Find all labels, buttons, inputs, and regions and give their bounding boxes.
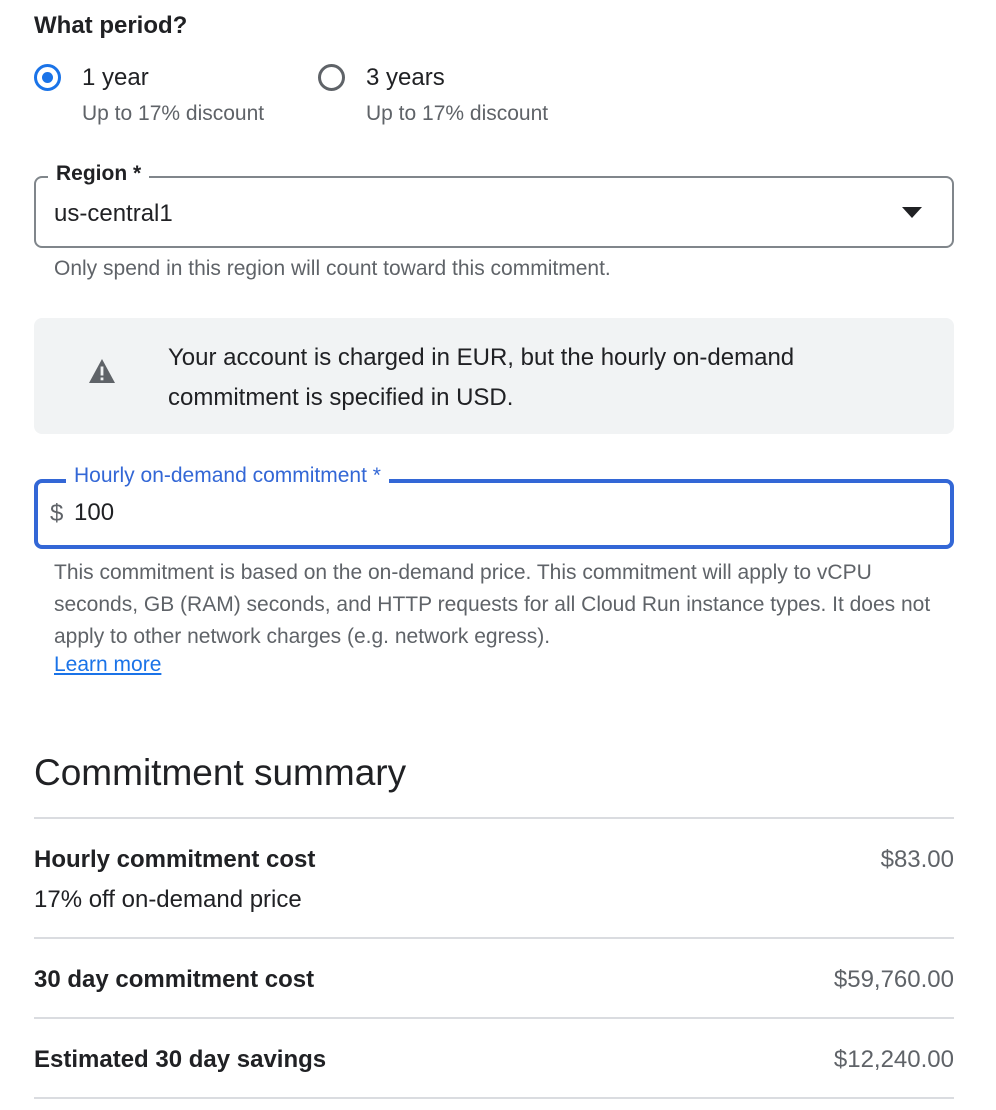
summary-row-value: $59,760.00: [833, 966, 954, 993]
summary-row-label: 30 day commitment cost: [34, 966, 315, 993]
learn-more-link[interactable]: Learn more: [54, 653, 161, 677]
summary-row-value: $83.00: [880, 846, 954, 873]
divider: [34, 817, 954, 819]
warning-icon: [89, 359, 115, 383]
currency-prefix: $: [50, 500, 64, 527]
summary-row-sublabel: 17% off on-demand price: [34, 886, 302, 913]
radio-button-unselected[interactable]: [318, 64, 345, 91]
hourly-commitment-label: Hourly on-demand commitment *: [66, 464, 389, 488]
period-option-discount: Up to 17% discount: [82, 102, 265, 125]
summary-row-value: $12,240.00: [833, 1046, 954, 1073]
period-option-discount: Up to 17% discount: [366, 102, 549, 125]
period-option-label: 1 year: [82, 64, 149, 91]
commitment-hint: This commitment is based on the on-deman…: [54, 561, 931, 648]
region-hint: Only spend in this region will count tow…: [54, 257, 611, 280]
summary-title: Commitment summary: [34, 752, 407, 793]
period-heading: What period?: [34, 12, 188, 39]
region-label: Region *: [48, 162, 150, 186]
hourly-commitment-field[interactable]: Hourly on-demand commitment * $: [34, 464, 954, 549]
divider: [34, 1017, 954, 1019]
summary-row-label: Hourly commitment cost: [34, 846, 316, 873]
region-select[interactable]: Region * us-central1: [34, 162, 954, 248]
period-option-label: 3 years: [366, 64, 445, 91]
currency-notice: Your account is charged in EUR, but the …: [34, 318, 954, 434]
divider: [34, 1097, 954, 1099]
divider: [34, 937, 954, 939]
notice-text: Your account is charged in EUR, but the …: [168, 344, 795, 411]
dropdown-arrow-icon[interactable]: [902, 207, 922, 218]
radio-button-selected[interactable]: [34, 64, 61, 91]
radio-selected-dot: [42, 72, 53, 83]
region-selected-value: us-central1: [54, 200, 173, 227]
summary-row-label: Estimated 30 day savings: [34, 1046, 327, 1073]
hourly-commitment-input[interactable]: [74, 495, 924, 531]
